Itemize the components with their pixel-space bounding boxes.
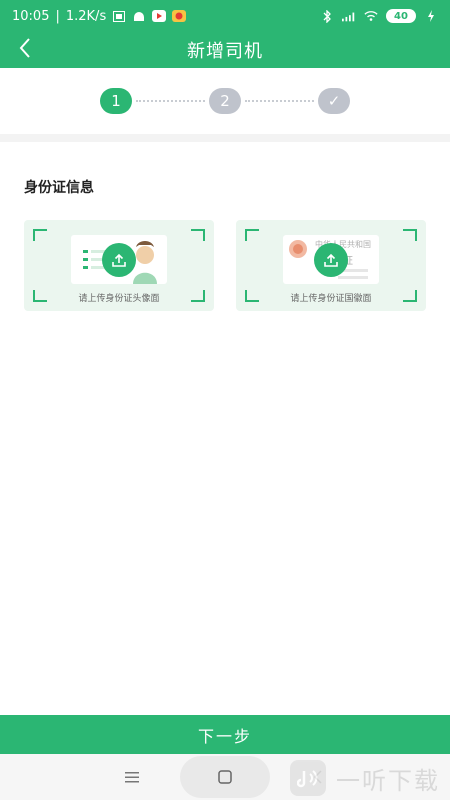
battery-indicator: 40 (386, 9, 416, 23)
page-title: 新增司机 (187, 41, 263, 62)
play-icon (152, 10, 167, 22)
bluetooth-icon (320, 9, 334, 23)
watermark: 一听下载 (290, 760, 450, 796)
frame-corner (403, 229, 417, 241)
frame-corner (245, 229, 259, 241)
frame-corner (33, 229, 47, 241)
status-bar: 10:05 | 1.2K/s 40 (0, 0, 450, 32)
step-connector (245, 100, 314, 102)
next-step-button[interactable]: 下一步 (0, 715, 450, 754)
app-icon (172, 10, 187, 22)
network-speed: 1.2K/s (65, 8, 107, 24)
id-card-back-upload[interactable]: 中华人民共和国 份证 请上传身份证国徽面 (236, 220, 426, 311)
upload-icon (102, 243, 136, 277)
chevron-left-icon (18, 37, 32, 63)
section-divider (0, 134, 450, 142)
back-button[interactable] (10, 32, 40, 68)
sim-icon (112, 10, 126, 22)
status-time: 10:05 (12, 8, 50, 24)
menu-icon[interactable] (118, 764, 146, 790)
charging-icon (424, 10, 438, 22)
frame-corner (191, 229, 205, 241)
status-left: 10:05 | 1.2K/s (12, 8, 187, 24)
upload-icon (314, 243, 348, 277)
step-3-check-icon: ✓ (318, 88, 350, 114)
status-right: 40 (320, 9, 438, 23)
stepper: 1 2 ✓ (0, 68, 450, 134)
wifi-icon (364, 10, 378, 22)
section-title: 身份证信息 (24, 180, 94, 196)
step-1: 1 (100, 88, 132, 114)
step-connector (136, 100, 205, 102)
watermark-logo-icon (290, 760, 326, 796)
id-card-front-label: 请上传身份证头像面 (78, 294, 160, 304)
home-icon[interactable] (180, 756, 270, 798)
signal-icon (342, 10, 356, 22)
watermark-text: 一听下载 (336, 766, 440, 795)
header-bar: 新增司机 (0, 32, 450, 68)
status-separator: | (55, 8, 60, 24)
id-card-front-upload[interactable]: 请上传身份证头像面 (24, 220, 214, 311)
id-card-back-label: 请上传身份证国徽面 (290, 294, 372, 304)
android-icon (132, 10, 146, 22)
step-2: 2 (209, 88, 241, 114)
